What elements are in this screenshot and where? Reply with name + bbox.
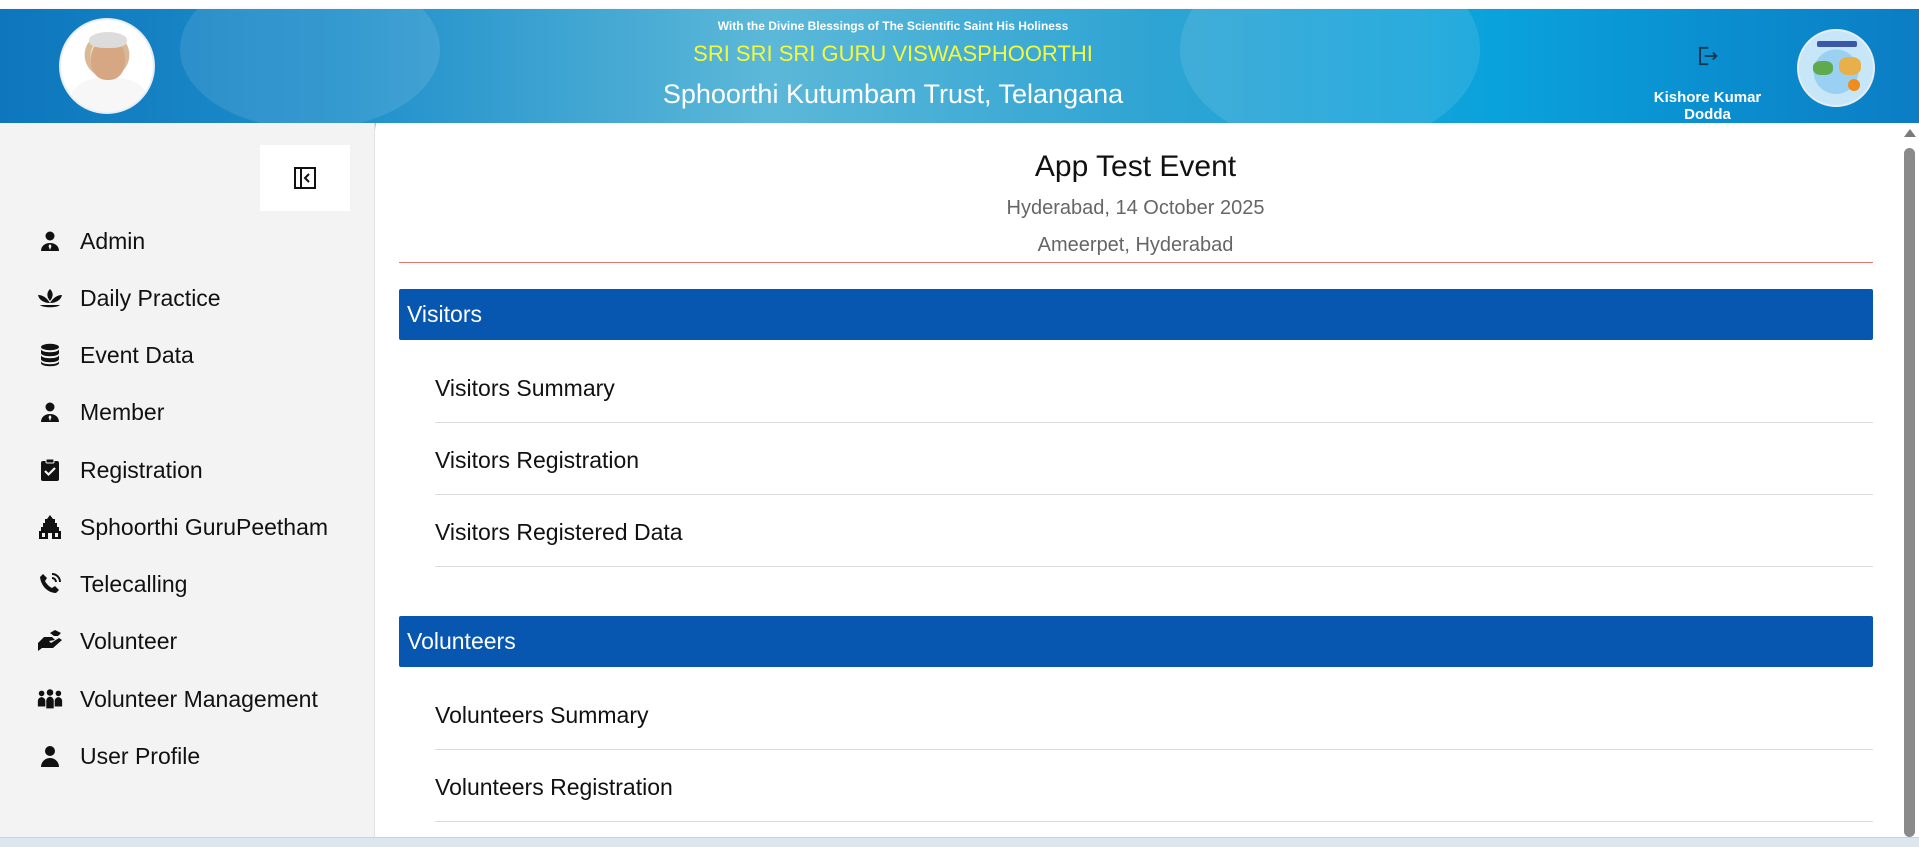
menu-item-volunteers-summary[interactable]: Volunteers Summary — [435, 678, 1873, 750]
header-blessing: With the Divine Blessings of The Scienti… — [717, 19, 1069, 33]
people-group-icon — [36, 685, 64, 713]
app-header: With the Divine Blessings of The Scienti… — [0, 9, 1919, 123]
scroll-up-arrow-icon[interactable] — [1904, 129, 1916, 137]
logout-button[interactable] — [1693, 42, 1721, 70]
sidebar-item-member[interactable]: Member — [0, 389, 375, 435]
menu-item-label: Visitors Summary — [435, 375, 615, 401]
header-guru-name: SRI SRI SRI GURU VISWASPHOORTHI — [693, 41, 1093, 66]
helping-hand-icon — [36, 627, 64, 655]
logout-icon — [1699, 46, 1718, 66]
sidebar-item-user-profile[interactable]: User Profile — [0, 733, 375, 779]
sidebar-item-sphoorthi-gurupeetham[interactable]: Sphoorthi GuruPeetham — [0, 504, 375, 550]
window-top-edge — [0, 0, 1919, 9]
section-header-visitors: Visitors — [399, 289, 1873, 340]
user-icon — [36, 742, 64, 770]
member-icon — [36, 398, 64, 426]
sidebar-item-label: Volunteer Management — [80, 685, 318, 712]
sidebar-item-label: Volunteer — [80, 627, 178, 654]
window-bottom-edge — [0, 837, 1919, 847]
scrollbar-thumb[interactable] — [1904, 148, 1915, 837]
sidebar-item-label: Event Data — [80, 341, 194, 368]
menu-item-volunteers-registration[interactable]: Volunteers Registration — [435, 750, 1873, 822]
sidebar: Admin Daily Practice Event Data Member R… — [0, 123, 375, 837]
sidebar-collapse-icon — [294, 167, 316, 189]
menu-item-label: Volunteers Summary — [435, 702, 649, 728]
menu-item-label: Volunteers Registration — [435, 774, 673, 800]
header-trust-name: Sphoorthi Kutumbam Trust, Telangana — [662, 79, 1124, 109]
sidebar-item-admin[interactable]: Admin — [0, 218, 375, 264]
menu-item-label: Visitors Registered Data — [435, 519, 683, 545]
sidebar-item-telecalling[interactable]: Telecalling — [0, 561, 375, 607]
admin-icon — [36, 227, 64, 255]
sidebar-item-label: Daily Practice — [80, 284, 221, 311]
phone-icon — [36, 570, 64, 598]
sidebar-item-label: Sphoorthi GuruPeetham — [80, 513, 329, 540]
menu-item-visitors-summary[interactable]: Visitors Summary — [435, 351, 1873, 423]
lotus-icon — [36, 284, 64, 312]
sidebar-collapse-button[interactable] — [260, 145, 350, 211]
menu-item-visitors-registered-data[interactable]: Visitors Registered Data — [435, 495, 1873, 567]
sidebar-item-volunteer[interactable]: Volunteer — [0, 618, 375, 664]
event-date: Hyderabad, 14 October 2025 — [1006, 197, 1265, 219]
menu-item-label: Visitors Registration — [435, 447, 640, 473]
sidebar-item-label: Telecalling — [80, 570, 188, 597]
temple-icon — [36, 513, 64, 541]
sidebar-item-daily-practice[interactable]: Daily Practice — [0, 275, 375, 321]
sidebar-item-label: Member — [80, 398, 165, 425]
event-title: App Test Event — [1034, 150, 1237, 183]
sidebar-item-registration[interactable]: Registration — [0, 447, 375, 493]
sidebar-item-volunteer-management[interactable]: Volunteer Management — [0, 676, 375, 722]
section-header-volunteers: Volunteers — [399, 616, 1873, 667]
header-divider — [399, 262, 1873, 263]
clipboard-check-icon — [36, 456, 64, 484]
event-venue: Ameerpet, Hyderabad — [1037, 234, 1234, 256]
main-content: App Test Event Hyderabad, 14 October 202… — [376, 123, 1899, 837]
main-scrollbar[interactable] — [1899, 123, 1919, 837]
sidebar-item-label: User Profile — [80, 742, 201, 769]
org-logo — [1797, 29, 1875, 107]
menu-item-visitors-registration[interactable]: Visitors Registration — [435, 423, 1873, 495]
database-icon — [36, 341, 64, 369]
sidebar-item-label: Admin — [80, 227, 146, 254]
current-user-name[interactable]: Kishore Kumar Dodda — [1630, 89, 1785, 123]
sidebar-item-event-data[interactable]: Event Data — [0, 332, 375, 378]
sidebar-item-label: Registration — [80, 456, 203, 483]
